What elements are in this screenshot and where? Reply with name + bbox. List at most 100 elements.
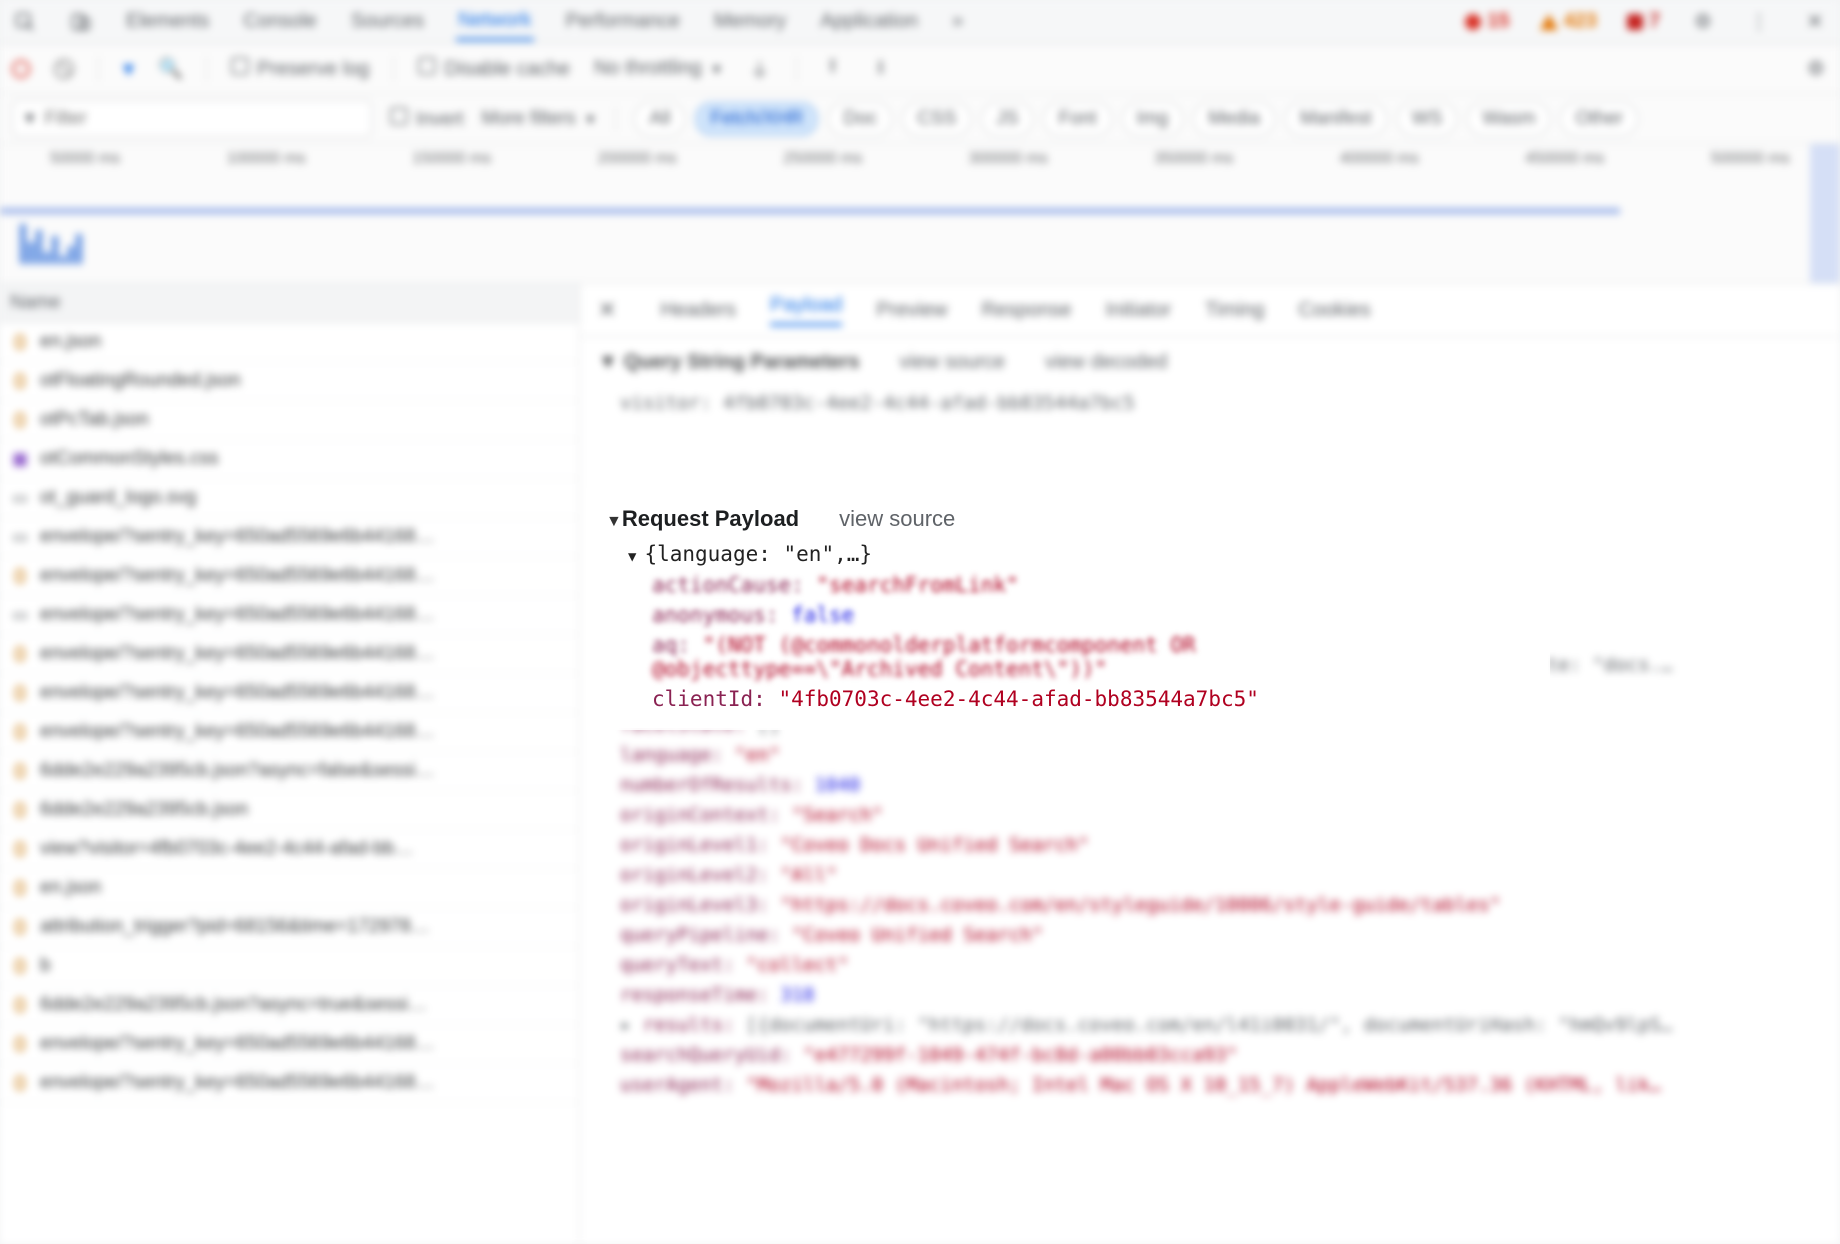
- timeline-tick: 450000 ms: [1525, 150, 1604, 168]
- device-toggle-icon[interactable]: [68, 9, 94, 35]
- close-detail-icon[interactable]: ✕: [598, 297, 616, 323]
- detail-tab-initiator[interactable]: Initiator: [1106, 299, 1172, 322]
- request-row[interactable]: {}envelope/?sentry_key=650ad5569e6b44168…: [0, 674, 579, 713]
- detail-tab-cookies[interactable]: Cookies: [1298, 299, 1370, 322]
- error-count-badge[interactable]: 15: [1465, 10, 1509, 33]
- request-row[interactable]: {}otFloatingRounded.json: [0, 362, 579, 401]
- detail-tab-preview[interactable]: Preview: [876, 299, 947, 322]
- preserve-log-label: Preserve log: [257, 58, 369, 80]
- request-payload-section-header[interactable]: ▼Request Payload view source: [588, 500, 1548, 538]
- filter-input[interactable]: [45, 108, 359, 130]
- type-pill-wasm[interactable]: Wasm: [1467, 102, 1550, 136]
- timeline-tick: 50000 ms: [50, 150, 120, 168]
- request-row[interactable]: ▦otCommonStyles.css: [0, 440, 579, 479]
- request-payload-highlight: ▼Request Payload view source ▼{language:…: [588, 490, 1548, 728]
- timeline-band: [0, 208, 1620, 214]
- request-row[interactable]: ▭envelope/?sentry_key=650ad5569e6b44168…: [0, 518, 579, 557]
- request-row[interactable]: {}b: [0, 947, 579, 986]
- clear-icon[interactable]: [54, 59, 74, 79]
- detail-tab-payload[interactable]: Payload: [770, 294, 842, 326]
- network-toolbar: ▾ 🔍 Preserve log Disable cache No thrott…: [0, 44, 1840, 94]
- request-row[interactable]: {}envelope/?sentry_key=650ad5569e6b44168…: [0, 1064, 579, 1103]
- network-timeline[interactable]: 50000 ms100000 ms150000 ms200000 ms25000…: [0, 144, 1840, 284]
- file-type-icon: {}: [10, 761, 30, 781]
- more-filters-dropdown[interactable]: More filters▼: [482, 108, 598, 130]
- request-row[interactable]: {}view?visitor=4fb0703c-4ee2-4c44-afad-b…: [0, 830, 579, 869]
- timeline-tick: 200000 ms: [598, 150, 677, 168]
- request-detail-pane: ✕ Headers Payload Preview Response Initi…: [580, 284, 1840, 1244]
- timeline-tick: 100000 ms: [227, 150, 306, 168]
- request-row[interactable]: ▭envelope/?sentry_key=650ad5569e6b44168…: [0, 596, 579, 635]
- network-conditions-icon[interactable]: ⏚: [748, 54, 772, 83]
- request-row[interactable]: {}envelope/?sentry_key=650ad5569e6b44168…: [0, 1025, 579, 1064]
- tab-overflow[interactable]: »: [950, 4, 965, 39]
- request-row[interactable]: {}6dde2e229a2395cb.json?async=true&sessi…: [0, 986, 579, 1025]
- type-pill-font[interactable]: Font: [1043, 102, 1111, 136]
- tab-sources[interactable]: Sources: [349, 4, 426, 39]
- request-row[interactable]: {}envelope/?sentry_key=650ad5569e6b44168…: [0, 635, 579, 674]
- filter-toggle-icon[interactable]: ▾: [123, 56, 134, 82]
- file-type-icon: {}: [10, 410, 30, 430]
- query-view-decoded-link[interactable]: view decoded: [1045, 351, 1167, 374]
- preserve-log-checkbox[interactable]: Preserve log: [231, 57, 369, 81]
- tab-console[interactable]: Console: [241, 4, 318, 39]
- query-string-section-header[interactable]: ▼Query String Parameters view source vie…: [580, 337, 1840, 388]
- request-row[interactable]: {}en.json: [0, 323, 579, 362]
- throttling-dropdown[interactable]: No throttling▼: [594, 57, 724, 80]
- type-pill-fetchxhr[interactable]: Fetch/XHR: [695, 102, 818, 136]
- request-name: envelope/?sentry_key=650ad5569e6b44168…: [40, 565, 435, 587]
- request-row[interactable]: {}attribution_trigger?pid=68156&time=172…: [0, 908, 579, 947]
- close-devtools-icon[interactable]: ✕: [1802, 9, 1828, 35]
- type-pill-js[interactable]: JS: [981, 102, 1033, 136]
- import-har-icon[interactable]: ⭱: [821, 52, 845, 86]
- payload-view-source-link[interactable]: view source: [839, 506, 955, 532]
- export-har-icon[interactable]: ⭳: [869, 52, 893, 86]
- type-pill-ws[interactable]: WS: [1397, 102, 1458, 136]
- filter-input-wrapper[interactable]: ▾: [12, 100, 372, 137]
- disable-cache-checkbox[interactable]: Disable cache: [418, 57, 570, 81]
- payload-object-summary[interactable]: ▼{language: "en",…}: [588, 538, 1548, 570]
- request-row[interactable]: {}6dde2e229a2395cb.json: [0, 791, 579, 830]
- record-icon[interactable]: [12, 60, 30, 78]
- request-name: en.json: [40, 877, 101, 899]
- invert-checkbox[interactable]: Invert: [390, 107, 464, 131]
- file-type-icon: {}: [10, 800, 30, 820]
- warning-count-badge[interactable]: 423: [1540, 10, 1597, 33]
- inspect-icon[interactable]: [12, 9, 38, 35]
- type-pill-all[interactable]: All: [634, 102, 685, 136]
- request-row[interactable]: {}6dde2e229a2395cb.json?async=false&sess…: [0, 752, 579, 791]
- file-type-icon: {}: [10, 722, 30, 742]
- tab-memory[interactable]: Memory: [712, 4, 788, 39]
- detail-tab-headers[interactable]: Headers: [660, 299, 736, 322]
- request-name: view?visitor=4fb0703c-4ee2-4c44-afad-bb…: [40, 838, 413, 860]
- file-type-icon: {}: [10, 644, 30, 664]
- type-pill-media[interactable]: Media: [1193, 102, 1275, 136]
- query-view-source-link[interactable]: view source: [899, 351, 1005, 374]
- tab-elements[interactable]: Elements: [124, 4, 211, 39]
- type-pill-other[interactable]: Other: [1560, 102, 1638, 136]
- request-row[interactable]: ▭ot_guard_logo.svg: [0, 479, 579, 518]
- detail-tab-response[interactable]: Response: [981, 299, 1071, 322]
- issue-count-badge[interactable]: 7: [1627, 10, 1660, 33]
- request-row[interactable]: {}otPcTab.json: [0, 401, 579, 440]
- type-pill-img[interactable]: Img: [1122, 102, 1184, 136]
- file-type-icon: {}: [10, 917, 30, 937]
- request-row[interactable]: {}envelope/?sentry_key=650ad5569e6b44168…: [0, 557, 579, 596]
- kebab-menu-icon[interactable]: ⋮: [1746, 9, 1772, 35]
- request-row[interactable]: {}en.json: [0, 869, 579, 908]
- request-row[interactable]: {}envelope/?sentry_key=650ad5569e6b44168…: [0, 713, 579, 752]
- tab-application[interactable]: Application: [818, 4, 920, 39]
- request-list-header[interactable]: Name: [0, 284, 579, 323]
- network-settings-icon[interactable]: ⚙: [1804, 56, 1828, 81]
- timeline-tick: 400000 ms: [1340, 150, 1419, 168]
- detail-tab-timing[interactable]: Timing: [1205, 299, 1264, 322]
- type-pill-manifest[interactable]: Manifest: [1285, 102, 1387, 136]
- tab-performance[interactable]: Performance: [564, 4, 683, 39]
- type-pill-doc[interactable]: Doc: [828, 102, 892, 136]
- query-string-title: Query String Parameters: [624, 351, 860, 373]
- settings-gear-icon[interactable]: ⚙: [1690, 9, 1716, 35]
- tab-network[interactable]: Network: [456, 3, 533, 41]
- search-icon[interactable]: 🔍: [158, 56, 182, 81]
- type-pill-css[interactable]: CSS: [902, 102, 971, 136]
- request-payload-title: Request Payload: [622, 506, 799, 531]
